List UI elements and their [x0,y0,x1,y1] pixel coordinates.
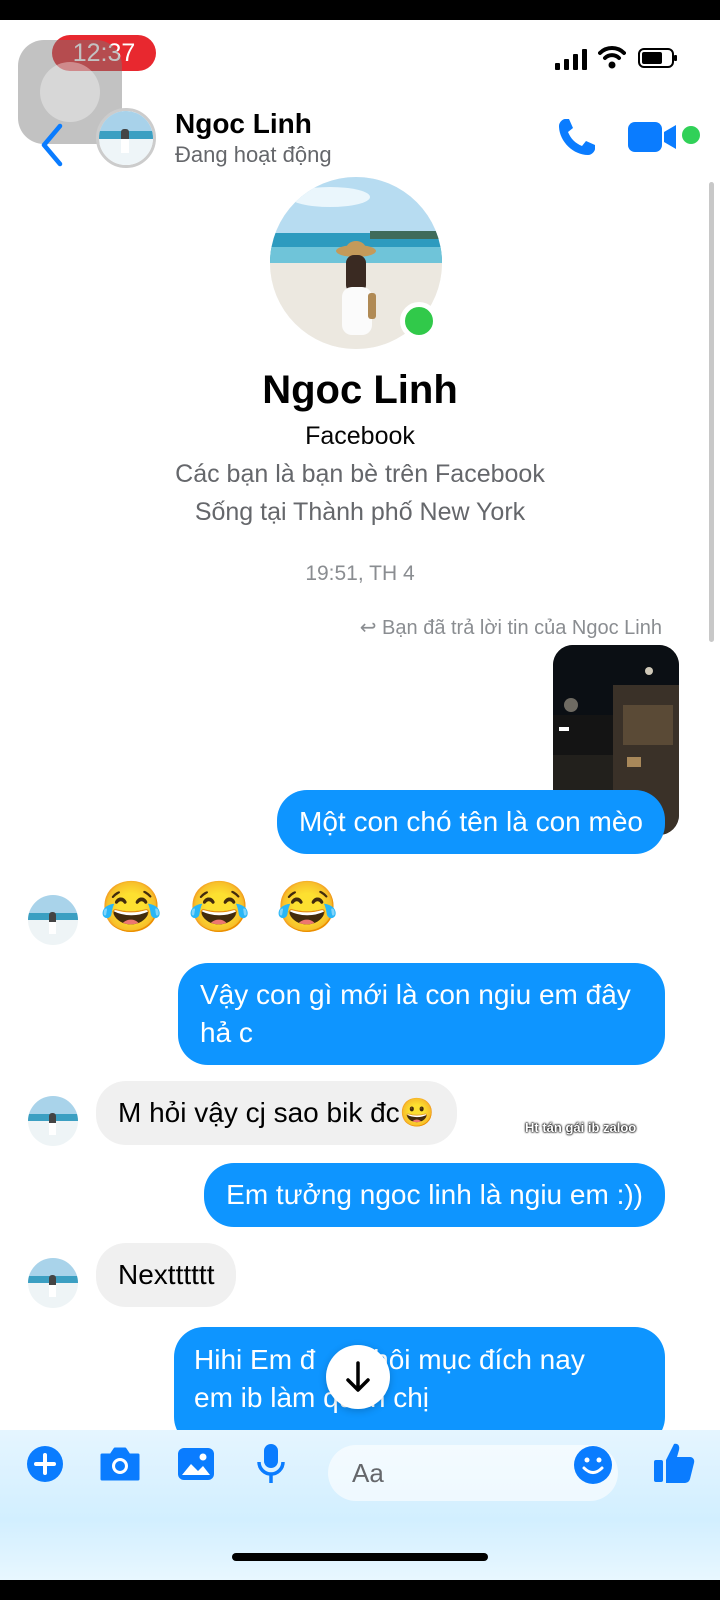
like-icon[interactable] [652,1440,696,1486]
battery-icon [638,48,677,68]
thread-timestamp: 19:51, TH 4 [305,562,415,585]
home-indicator[interactable] [232,1553,488,1561]
message-outgoing[interactable]: Một con chó tên là con mèo [277,790,665,854]
profile-name: Ngoc Linh [262,368,458,412]
message-sender-avatar[interactable] [28,1258,78,1308]
emoji-message-incoming[interactable]: 😂 😂 😂 [100,878,345,937]
profile-friends-note: Các bạn là bạn bè trên Facebook [175,460,545,488]
scrollbar[interactable] [709,182,714,642]
video-overlay-caption: Ht tán gái ib zaloo [525,1120,637,1135]
profile-location: Sống tại Thành phố New York [194,498,526,526]
arrow-down-icon [346,1361,370,1392]
phone-icon[interactable] [555,115,599,159]
camera-icon[interactable] [98,1445,142,1483]
messenger-chat-screen: 12:37 Ngoc Linh Đang hoạt động Ngoc Linh… [0,20,720,1580]
message-sender-avatar[interactable] [28,1096,78,1146]
scroll-to-bottom-button[interactable] [326,1345,390,1409]
gallery-icon[interactable] [176,1445,216,1483]
profile-platform: Facebook [305,422,415,450]
message-outgoing[interactable]: Vậy con gì mới là con ngiu em đây hả c [178,963,665,1065]
message-input-placeholder[interactable]: Aa [352,1458,384,1489]
plus-icon[interactable] [26,1445,64,1483]
message-incoming[interactable]: M hỏi vậy cj sao bik đc😀 [96,1081,457,1145]
emoji-icon[interactable] [573,1445,613,1485]
mic-icon[interactable] [256,1442,286,1486]
reply-note: ↩︎ Bạn đã trả lời tin của Ngoc Linh [359,617,662,639]
contact-avatar[interactable] [96,108,156,168]
message-incoming[interactable]: Nextttttt [96,1243,237,1307]
wifi-icon [598,46,626,69]
video-icon[interactable] [628,120,678,154]
call-online-indicator [682,126,700,144]
message-outgoing[interactable]: Em tưởng ngoc linh là ngiu em :)) [204,1163,665,1227]
message-sender-avatar[interactable] [28,895,78,945]
online-indicator [400,302,438,340]
back-icon[interactable] [38,120,66,170]
message-outgoing-partial[interactable]: Hihi Em đi thôi mục đích nay em ib làm q… [174,1327,665,1447]
header-contact-name[interactable]: Ngoc Linh [175,108,312,140]
reply-icon: ↩︎ [359,617,383,639]
header-active-status: Đang hoạt động [175,142,332,167]
signal-icon [555,48,587,70]
